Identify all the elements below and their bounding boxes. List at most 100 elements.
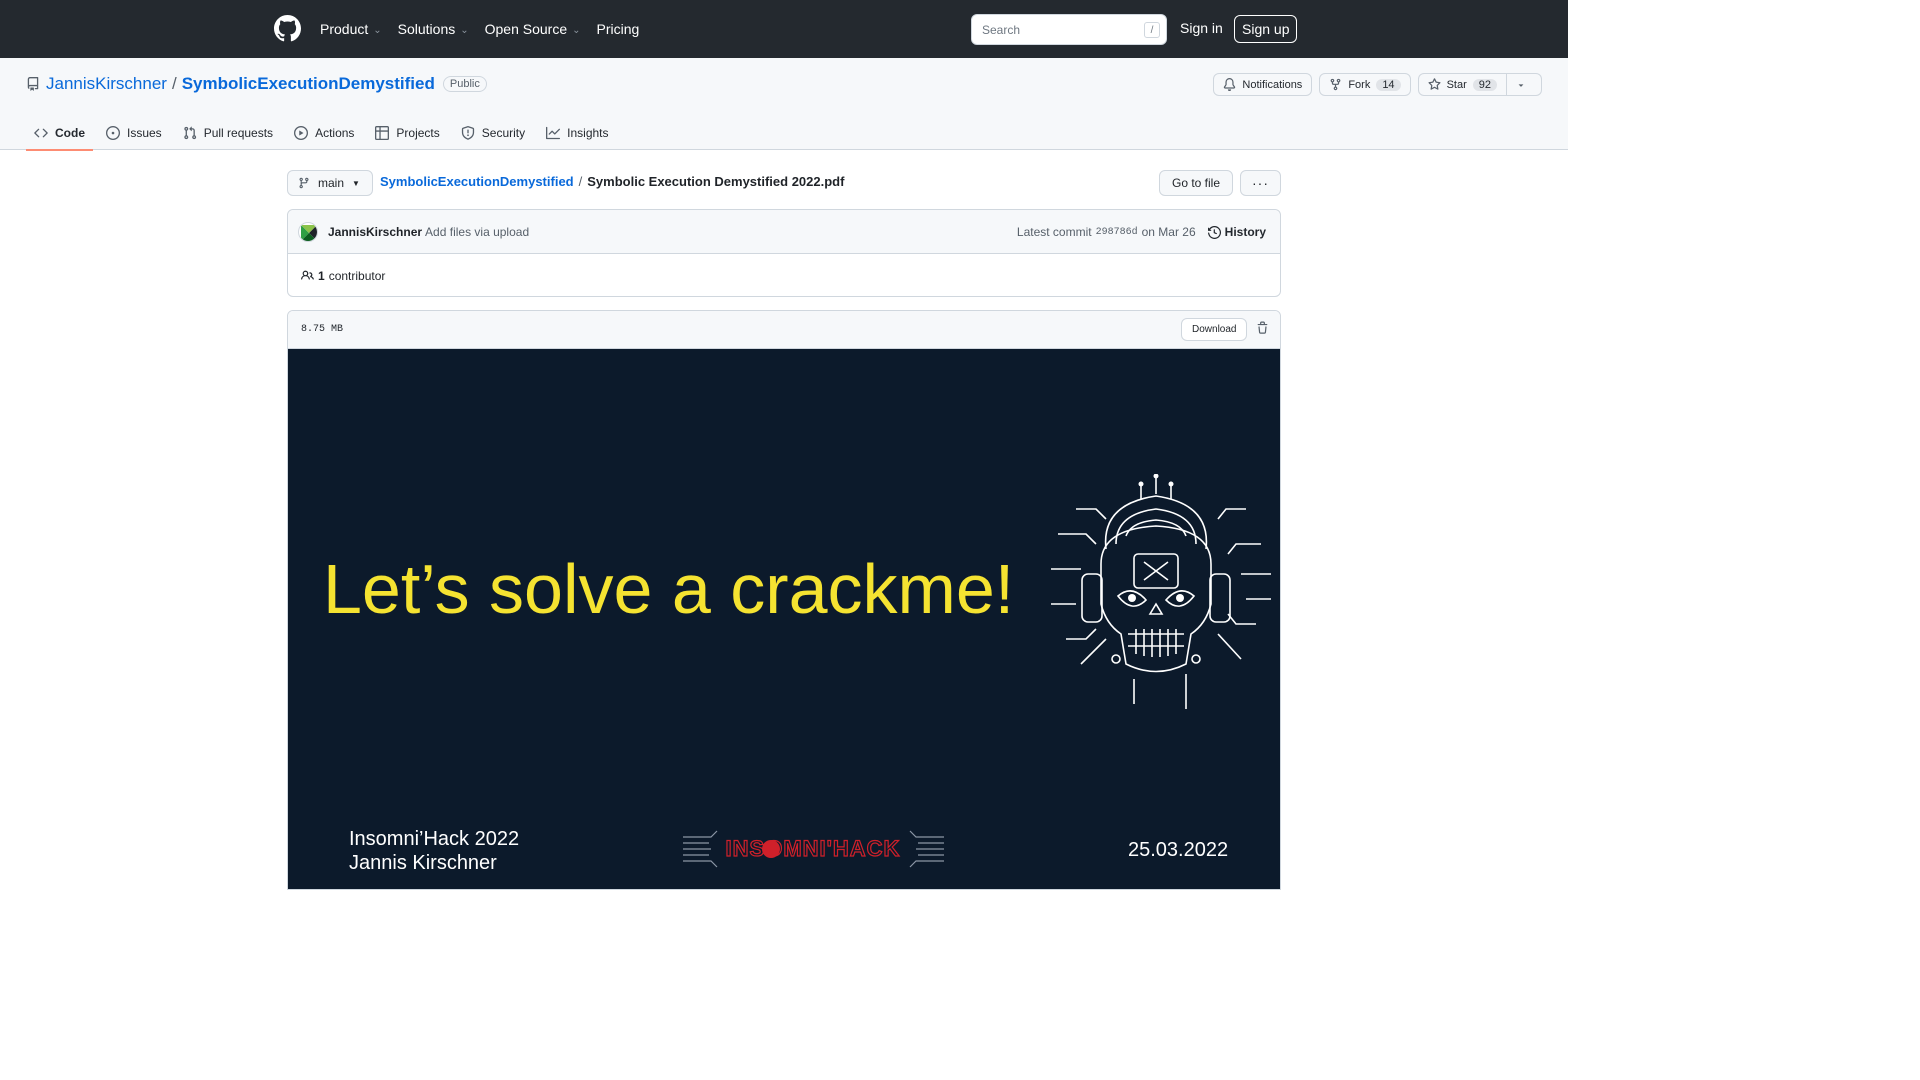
logo-text: INSOMNI'HACK (726, 836, 901, 861)
tab-pull-requests-label: Pull requests (203, 126, 274, 140)
tab-security[interactable]: Security (453, 116, 533, 150)
nav-product-label: Product (320, 21, 369, 37)
avatar-image-icon (301, 224, 317, 241)
pull-request-icon (183, 126, 196, 140)
cyber-skull-icon (1051, 474, 1271, 709)
star-label: Star (1446, 78, 1467, 91)
nav-solutions[interactable]: Solutions ⌄ (398, 21, 469, 37)
slide-author-name: Jannis Kirschner (349, 852, 497, 874)
latest-commit-box: JannisKirschner Add files via upload Lat… (287, 209, 1281, 297)
chevron-down-icon: ⌄ (373, 24, 382, 36)
table-icon (375, 126, 390, 140)
contributor-count: 1 (318, 268, 325, 283)
branch-name: main (318, 176, 345, 190)
repo-title: JannisKirschner / SymbolicExecutionDemys… (26, 74, 487, 94)
repo-separator: / (171, 74, 177, 93)
repo-name-link[interactable]: SymbolicExecutionDemystified (182, 74, 435, 94)
tab-insights-label: Insights (567, 126, 609, 140)
insomnihack-logo: INSOMNI'HACK (683, 830, 944, 868)
tab-projects-label: Projects (396, 126, 440, 140)
notifications-label: Notifications (1242, 78, 1303, 91)
contributor-label: contributor (328, 268, 386, 283)
breadcrumb-separator: / (578, 174, 583, 189)
star-button[interactable]: Star 92 (1417, 73, 1507, 96)
file-header: 8.75 MB Download (288, 311, 1280, 349)
triangle-down-icon: ▼ (352, 178, 360, 188)
issue-icon (106, 126, 120, 140)
tab-actions-label: Actions (315, 126, 355, 140)
tab-code[interactable]: Code (26, 116, 93, 151)
star-dropdown-button[interactable] (1507, 73, 1542, 96)
commit-sha-link[interactable]: 298786d (1096, 227, 1138, 238)
tab-insights[interactable]: Insights (538, 116, 616, 150)
slide-title: Let’s solve a crackme! (323, 550, 1015, 628)
tab-projects[interactable]: Projects (367, 116, 447, 150)
commit-date: on Mar 26 (1141, 225, 1196, 239)
fork-count: 14 (1376, 78, 1401, 91)
nav-solutions-label: Solutions (397, 21, 456, 37)
star-icon (1428, 78, 1441, 90)
commit-meta: Latest commit 298786d on Mar 26 History (1017, 210, 1266, 254)
search-shortcut-key: / (1144, 22, 1160, 38)
slide-date: 25.03.2022 (1128, 839, 1229, 861)
commit-message-link[interactable]: Add files via upload (425, 225, 529, 239)
contributors-row[interactable]: 1 contributor (288, 254, 1280, 297)
tab-pull-requests[interactable]: Pull requests (175, 116, 281, 150)
search-placeholder: Search (982, 22, 1021, 37)
nav-product[interactable]: Product ⌄ (320, 21, 382, 37)
visibility-badge: Public (442, 76, 487, 92)
notifications-button[interactable]: Notifications (1213, 73, 1313, 96)
download-button[interactable]: Download (1181, 318, 1248, 341)
fork-button[interactable]: Fork 14 (1319, 73, 1411, 96)
sign-in-link[interactable]: Sign in (1180, 20, 1223, 36)
fork-icon (1330, 78, 1341, 91)
chevron-down-icon: ⌄ (572, 24, 581, 36)
history-icon (1207, 225, 1221, 239)
main-nav: Product ⌄ Solutions ⌄ Open Source ⌄ Pricing (320, 0, 655, 58)
github-logo-icon[interactable] (274, 15, 301, 42)
commit-header: JannisKirschner Add files via upload Lat… (288, 210, 1280, 254)
breadcrumb-repo-link[interactable]: SymbolicExecutionDemystified (380, 174, 574, 189)
file-size: 8.75 MB (301, 324, 344, 335)
people-icon (301, 270, 314, 280)
shield-icon (461, 126, 474, 140)
more-options-button[interactable]: ··· (1240, 170, 1281, 196)
graph-icon (546, 126, 561, 140)
history-label: History (1224, 225, 1266, 239)
history-link[interactable]: History (1207, 225, 1266, 239)
slide-event-info: Insomni’Hack 2022 Jannis Kirschner (349, 827, 519, 875)
commit-author-link[interactable]: JannisKirschner (328, 225, 422, 239)
git-branch-icon (299, 177, 309, 189)
file-viewer: 8.75 MB Download Let’s solve a crackme! (287, 310, 1281, 890)
nav-open-source-label: Open Source (484, 21, 568, 37)
tab-actions[interactable]: Actions (286, 116, 362, 150)
latest-commit-label: Latest commit (1016, 225, 1092, 239)
play-icon (294, 126, 309, 140)
sign-up-button[interactable]: Sign up (1234, 15, 1298, 43)
repo-actions: Notifications Fork 14 Star 92 (1213, 73, 1542, 96)
tab-security-label: Security (481, 126, 526, 140)
bell-icon (1224, 78, 1236, 91)
avatar[interactable] (298, 221, 318, 242)
go-to-file-button[interactable]: Go to file (1159, 170, 1233, 196)
branch-selector[interactable]: main ▼ (287, 170, 373, 196)
triangle-down-icon (1518, 83, 1524, 87)
slide-event-name: Insomni’Hack 2022 (349, 828, 520, 850)
trash-icon[interactable] (1256, 321, 1269, 335)
nav-open-source[interactable]: Open Source ⌄ (485, 21, 581, 37)
tab-code-label: Code (55, 126, 85, 140)
fork-label: Fork (1348, 78, 1371, 91)
breadcrumb-file-name: Symbolic Execution Demystified 2022.pdf (587, 174, 845, 189)
site-header: Product ⌄ Solutions ⌄ Open Source ⌄ Pricing… (0, 0, 1568, 58)
repo-owner-link[interactable]: JannisKirschner (46, 74, 167, 94)
tab-issues-label: Issues (127, 126, 162, 140)
search-input[interactable]: Search / (971, 14, 1167, 45)
chevron-down-icon: ⌄ (460, 24, 469, 36)
tab-issues[interactable]: Issues (98, 116, 170, 150)
breadcrumb: SymbolicExecutionDemystified / Symbolic … (380, 174, 844, 189)
repo-header: JannisKirschner / SymbolicExecutionDemys… (0, 58, 1568, 151)
repo-tabs: Code Issues Pull requests Actions Projec… (26, 116, 622, 151)
repo-icon (27, 77, 39, 91)
nav-pricing[interactable]: Pricing (597, 21, 640, 37)
nav-pricing-label: Pricing (596, 21, 640, 37)
